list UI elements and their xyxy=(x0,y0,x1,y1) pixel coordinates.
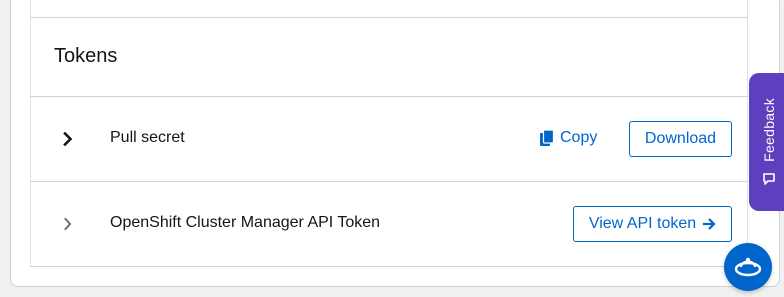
divider xyxy=(30,266,748,267)
chat-assistant-button[interactable] xyxy=(724,243,772,291)
feedback-label: Feedback xyxy=(761,98,777,162)
row-label: Pull secret xyxy=(110,129,185,146)
chevron-right-icon xyxy=(64,217,72,231)
row-label: OpenShift Cluster Manager API Token xyxy=(110,214,381,231)
comment-icon xyxy=(763,173,775,185)
feedback-tab[interactable]: Feedback xyxy=(749,73,784,211)
chevron-right-icon xyxy=(63,132,73,146)
copy-icon xyxy=(540,130,554,146)
chat-assistant-icon xyxy=(734,257,762,277)
download-button[interactable]: Download xyxy=(629,121,732,157)
copy-label: Copy xyxy=(560,129,598,146)
section-title: Tokens xyxy=(54,45,118,67)
token-row-api-token: OpenShift Cluster Manager API Token View… xyxy=(30,182,748,266)
token-row-pull-secret: Pull secret Copy Download xyxy=(30,97,748,181)
arrow-right-icon xyxy=(703,218,716,230)
download-label: Download xyxy=(644,130,717,147)
view-api-token-label: View API token xyxy=(588,215,697,232)
expand-toggle[interactable] xyxy=(58,214,78,234)
view-api-token-button[interactable]: View API token xyxy=(573,206,732,242)
copy-button[interactable]: Copy xyxy=(540,129,597,147)
divider xyxy=(30,17,748,18)
expand-toggle[interactable] xyxy=(58,129,78,149)
